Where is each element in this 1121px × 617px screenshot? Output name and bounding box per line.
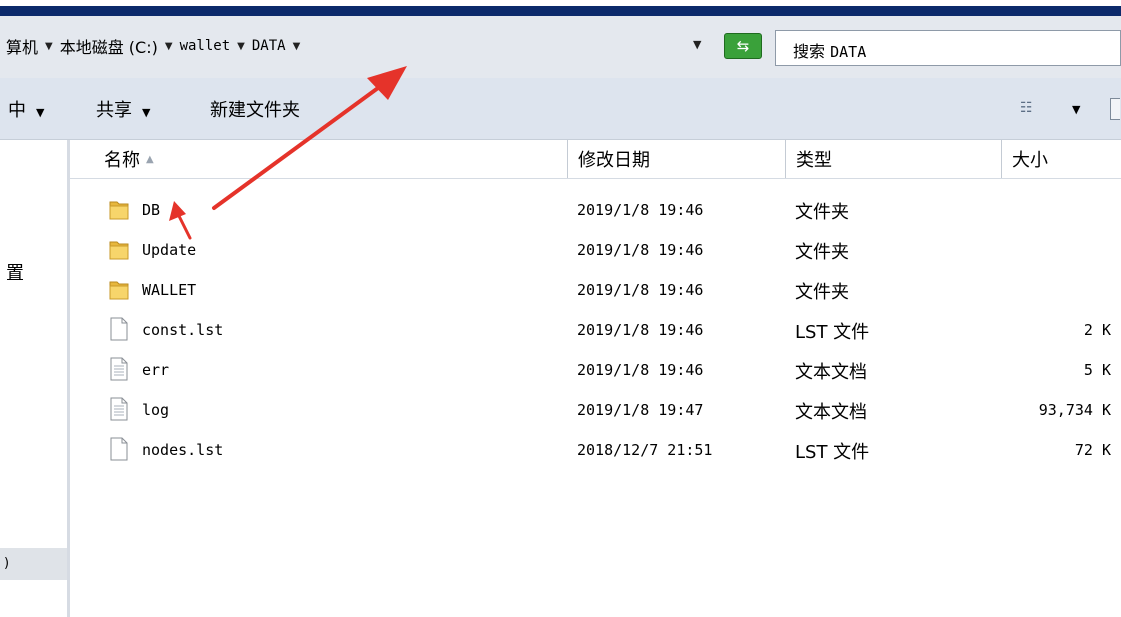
file-date: 2019/1/8 19:46 [577,321,704,339]
file-date: 2019/1/8 19:47 [577,401,704,419]
file-name: err [142,361,170,379]
file-size: 72 K [1074,441,1111,459]
share-menu[interactable]: 共享 ▼ [96,96,150,122]
address-history-dropdown-icon[interactable]: ▼ [693,38,701,51]
breadcrumb-local-disk[interactable]: 本地磁盘 (C:) [60,34,158,58]
file-type: LST 文件 [795,322,870,343]
file-name: log [142,401,170,419]
nav-item-label: ) [4,556,10,571]
title-bar [0,6,1121,16]
file-type: LST 文件 [795,442,870,463]
column-divider[interactable] [785,140,786,178]
nav-item[interactable]: 置 [6,259,24,285]
column-header-size[interactable]: 大小 [1012,140,1048,178]
file-date: 2019/1/8 19:46 [577,241,704,259]
text-file-icon [108,397,130,421]
command-toolbar [0,78,1121,140]
file-name: nodes.lst [142,441,224,459]
file-date: 2018/12/7 21:51 [577,441,713,459]
file-date: 2019/1/8 19:46 [577,201,704,219]
preview-pane-button[interactable] [1110,98,1120,120]
file-size: 5 K [1083,361,1111,379]
file-name: DB [142,201,161,219]
breadcrumb-data[interactable]: DATA [252,38,286,54]
chevron-down-icon[interactable]: ▼ [293,41,301,52]
chevron-down-icon: ▼ [142,106,151,119]
file-type: 文本文档 [795,402,867,423]
chevron-down-icon[interactable]: ▼ [165,41,173,52]
search-placeholder: 搜索 DATA [793,42,867,61]
file-type: 文本文档 [795,362,867,383]
file-type: 文件夹 [795,242,849,263]
file-date: 2019/1/8 19:46 [577,281,704,299]
breadcrumb-computer[interactable]: 算机 [6,34,38,58]
file-name: const.lst [142,321,224,339]
chevron-down-icon[interactable]: ▼ [1072,103,1080,116]
file-size: 93,734 K [1038,401,1111,419]
file-date: 2019/1/8 19:46 [577,361,704,379]
column-divider[interactable] [1001,140,1002,178]
column-header-name[interactable]: 名称 ▲ [104,140,154,178]
new-folder-button[interactable]: 新建文件夹 [210,96,300,122]
breadcrumb-wallet[interactable]: wallet [180,38,231,54]
file-icon [108,317,130,341]
refresh-icon: ⇆ [736,37,750,55]
view-list-icon[interactable]: ☷ [1020,100,1033,116]
refresh-button[interactable]: ⇆ [724,33,762,59]
navigation-pane[interactable] [0,140,67,617]
file-size: 2 K [1083,321,1111,339]
file-name: WALLET [142,281,197,299]
column-header-date[interactable]: 修改日期 [578,140,650,178]
include-in-library-menu[interactable]: 中 ▼ [8,96,44,122]
column-header-type[interactable]: 类型 [796,140,832,178]
text-file-icon [108,357,130,381]
column-divider[interactable] [567,140,568,178]
chevron-down-icon: ▼ [36,106,45,119]
folder-icon [108,277,130,301]
file-name: Update [142,241,197,259]
sort-ascending-icon: ▲ [146,153,154,165]
file-type: 文件夹 [795,202,849,223]
breadcrumb[interactable]: 算机 ▼ 本地磁盘 (C:) ▼ wallet ▼ DATA ▼ [6,34,307,58]
chevron-down-icon[interactable]: ▼ [237,41,245,52]
nav-item-selected[interactable] [0,548,67,580]
file-type: 文件夹 [795,282,849,303]
folder-icon [108,237,130,261]
file-icon [108,437,130,461]
chevron-down-icon[interactable]: ▼ [45,41,53,52]
folder-icon [108,197,130,221]
